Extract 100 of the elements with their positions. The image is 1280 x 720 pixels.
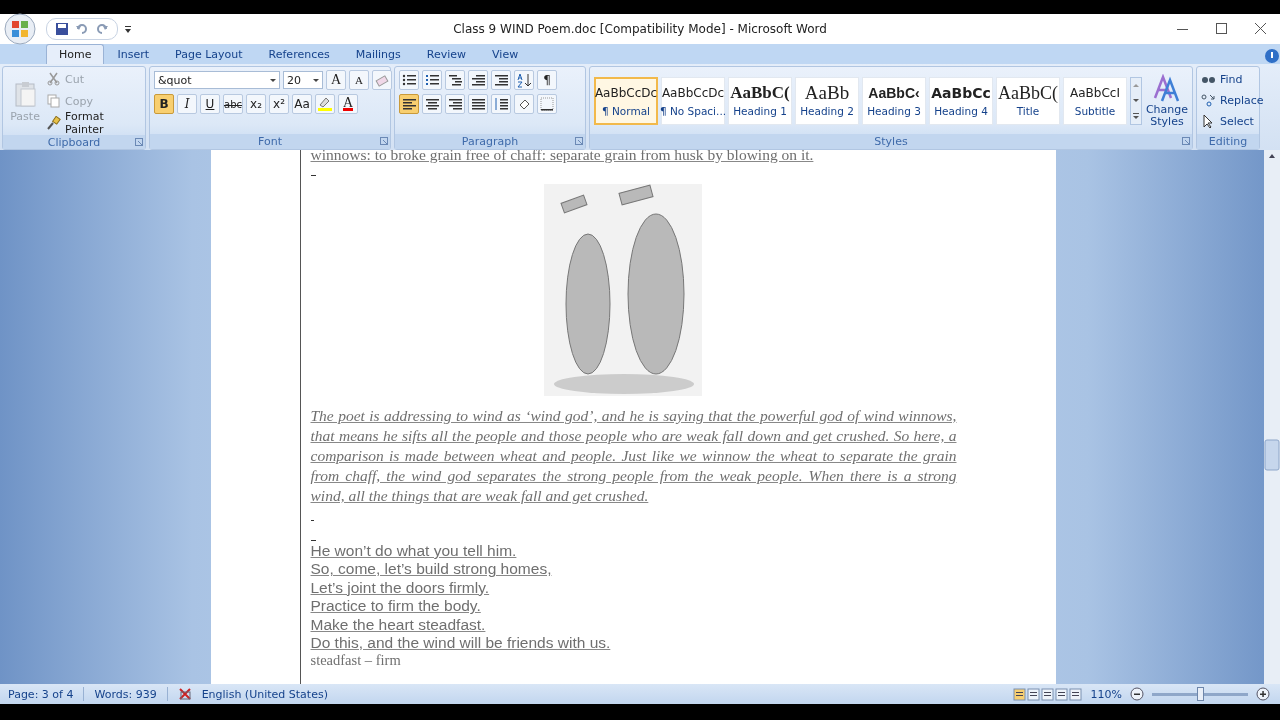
gallery-scroll-icon[interactable] [1130, 76, 1142, 125]
paragraph-button[interactable] [399, 70, 419, 90]
group-label: Clipboard [47, 135, 101, 149]
borders-icon [539, 96, 555, 112]
decrease-indent-icon [470, 72, 486, 88]
undo-icon[interactable] [75, 22, 89, 36]
bullets-icon [401, 72, 417, 88]
copy-icon [47, 94, 62, 108]
glossary-line: steadfast – firm [310, 652, 402, 669]
caret-icon[interactable] [270, 78, 276, 82]
style-gallery-item[interactable]: AaBbC‹ Heading 3 [862, 76, 926, 125]
zoom-out-icon[interactable] [1130, 687, 1144, 701]
close-icon[interactable] [1255, 23, 1266, 34]
ribbon-tab[interactable]: Home [46, 44, 105, 64]
zoom-level[interactable]: 110% [1090, 687, 1122, 701]
paragraph-button[interactable] [422, 70, 442, 90]
format-button[interactable]: I [177, 94, 197, 114]
proofing-icon[interactable] [177, 687, 192, 701]
poem-line: Do this, and the wind will be friends with us. [310, 634, 611, 652]
ribbon-tab[interactable]: Insert [104, 44, 163, 64]
word-count[interactable]: Words: 939 [94, 687, 157, 701]
shrink-font-button[interactable]: A [349, 70, 369, 90]
office-logo-button[interactable] [4, 13, 36, 45]
style-gallery-item[interactable]: AaBbCcDc ¶ No Spaci... [661, 76, 725, 125]
view-buttons-drawing[interactable] [1012, 686, 1083, 702]
language-indicator[interactable]: English (United States) [201, 687, 328, 701]
page-indicator[interactable]: Page: 3 of 4 [8, 687, 74, 701]
paragraph-button[interactable] [491, 70, 511, 90]
zoom-slider-thumb[interactable] [1197, 686, 1204, 701]
sort-icon [516, 72, 532, 88]
highlighter-icon [317, 96, 333, 112]
format-button[interactable]: abc [223, 94, 243, 114]
align-justify-button[interactable] [468, 94, 488, 114]
ribbon-tab[interactable]: Page Layout [162, 44, 256, 64]
document-paragraph: The poet is addressing to wind as ‘wind god’, and he is saying that the powerful god of wind winnows, that means he sifts all the people and those people who are weak fall down and get crushed. So here, a comparison is made between wheat and people. Just like we winnow the wheat to separate the grain from chaff, the wind god separates the strong people from the weak people. When there is a strong wind, all the things that are weak fall and get crushed. [310, 406, 957, 506]
format-button[interactable]: U [200, 94, 220, 114]
multilevel-list-icon [447, 72, 463, 88]
font-size-field[interactable]: 20 [283, 71, 323, 89]
group-label: Paragraph [461, 135, 519, 148]
editing-button[interactable]: Select [1201, 112, 1264, 130]
caret-icon[interactable] [313, 78, 319, 82]
alignment-icon [401, 97, 417, 111]
eraser-icon [375, 73, 389, 87]
align-right-button[interactable] [445, 94, 465, 114]
help-icon[interactable] [1264, 48, 1280, 64]
align-left-button[interactable] [399, 94, 419, 114]
alignment-icon [447, 97, 463, 111]
save-icon[interactable] [55, 22, 69, 36]
group-label: Editing [1208, 135, 1248, 148]
style-gallery-item[interactable]: AaBbCc Heading 4 [929, 76, 993, 125]
style-gallery-item[interactable]: AaBb Heading 2 [795, 76, 859, 125]
format-button[interactable]: x₂ [246, 94, 266, 114]
zoom-in-icon[interactable] [1256, 687, 1270, 701]
format-button[interactable]: B [154, 94, 174, 114]
editing-button[interactable]: Find [1201, 70, 1264, 88]
format-button[interactable]: Aa [292, 94, 312, 114]
group-label: Font [258, 135, 282, 148]
highlight-button[interactable] [315, 94, 335, 114]
ribbon-tab[interactable]: Mailings [342, 44, 414, 64]
alignment-icon [424, 97, 440, 111]
paragraph-button[interactable] [468, 70, 488, 90]
numbering-icon [424, 72, 440, 88]
maximize-icon[interactable] [1216, 23, 1227, 34]
redo-icon[interactable] [95, 22, 109, 36]
letters-icon [1152, 73, 1182, 104]
style-gallery-item[interactable]: AaBbC( Title [996, 76, 1060, 125]
paragraph-button[interactable] [514, 94, 534, 114]
style-gallery-item[interactable]: AaBbCcI Subtitle [1063, 76, 1127, 125]
change-styles-button[interactable]: Change Styles [1145, 73, 1189, 128]
customize-menu-icon[interactable] [124, 24, 132, 34]
clipboard-button[interactable]: Format Painter [47, 114, 141, 132]
paragraph-button[interactable] [514, 70, 534, 90]
window-title: Class 9 WIND Poem.doc [Compatibility Mode] - Microsoft Word [453, 22, 827, 36]
scrollbar-drawing[interactable] [1264, 150, 1280, 686]
paragraph-button[interactable] [445, 70, 465, 90]
ribbon-tab[interactable]: References [255, 44, 343, 64]
paragraph-button[interactable] [491, 94, 511, 114]
paragraph-button[interactable] [537, 94, 557, 114]
paintbrush-icon [47, 116, 62, 130]
show-formatting-marks-button[interactable]: ¶ [537, 70, 557, 90]
ribbon-tab[interactable]: View [479, 44, 532, 64]
paste-icon [13, 79, 38, 108]
poem-line: Practice to firm the body. [310, 597, 481, 615]
line-spacing-icon [493, 96, 509, 112]
align-center-button[interactable] [422, 94, 442, 114]
poem-line: Make the heart steadfast. [310, 615, 486, 633]
grow-font-button[interactable]: A [326, 70, 346, 90]
font-color-button[interactable]: A [338, 94, 358, 114]
format-button[interactable]: x² [269, 94, 289, 114]
poem-line: So, come, let’s build strong homes, [310, 560, 552, 578]
poem-line: Let’s joint the doors firmly. [310, 578, 490, 596]
font-name-field[interactable]: &quot [154, 71, 280, 89]
group-label: Styles [874, 135, 908, 148]
scissors-icon [47, 72, 62, 86]
increase-indent-icon [493, 72, 509, 88]
style-gallery-item[interactable]: AaBbC( Heading 1 [728, 76, 792, 125]
editing-button[interactable]: Replace [1201, 91, 1264, 109]
replace-icon [1201, 92, 1216, 108]
ribbon-tab[interactable]: Review [413, 44, 480, 64]
poem-line: He won’t do what you tell him. [310, 542, 517, 559]
